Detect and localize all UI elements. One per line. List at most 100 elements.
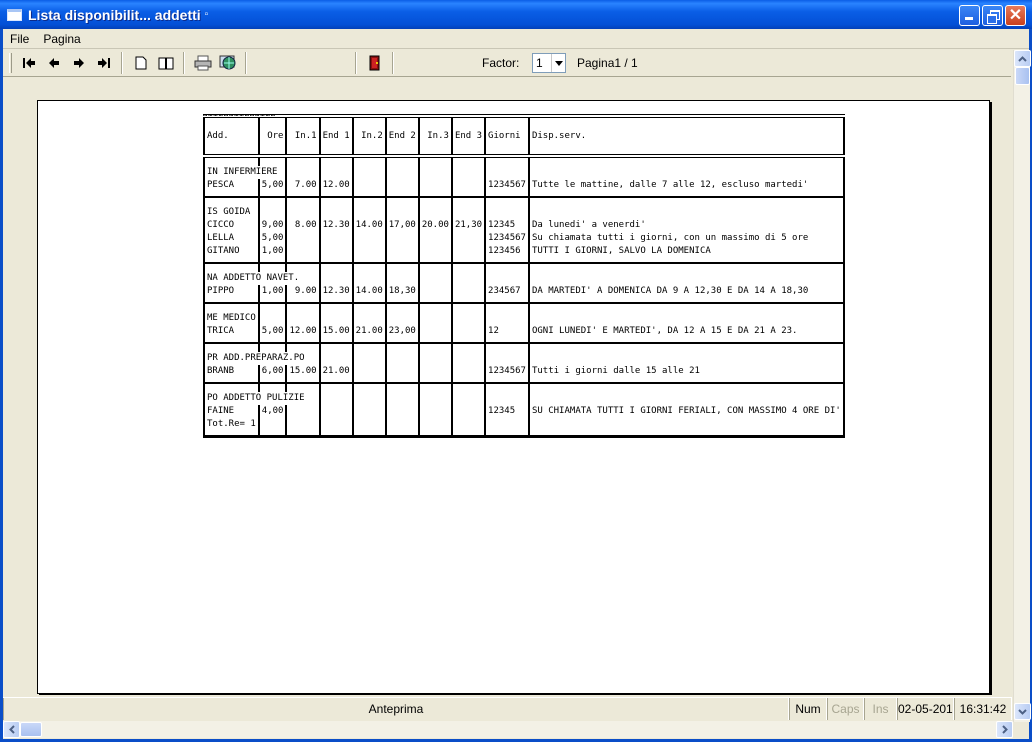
report-value [289, 245, 316, 258]
prev-page-button[interactable] [41, 52, 66, 74]
report-cell: 23,00 [384, 303, 420, 344]
report-cell [450, 343, 487, 384]
report-value [455, 245, 482, 258]
report-value [422, 232, 449, 245]
report-value: 123456 [488, 246, 521, 256]
report-header-row: Add. Ore In.1 End 1 In.2 End 2 In.3 End … [203, 114, 845, 158]
report-cell [318, 383, 354, 438]
report-value [422, 285, 449, 298]
report-value: Tutti i giorni dalle 15 alle 21 [531, 366, 700, 376]
col-end1: End 1 [318, 114, 354, 158]
factor-label: Factor: [482, 56, 520, 70]
report-cell [351, 343, 387, 384]
two-pages-button[interactable] [153, 52, 178, 74]
close-icon: ✕ [1008, 7, 1023, 24]
report-cell: 1234567 [484, 343, 530, 384]
report-cell: 21.00 [351, 303, 387, 344]
app-icon[interactable] [7, 8, 22, 21]
report-value: CICCO [207, 220, 235, 230]
scroll-left-button[interactable] [3, 721, 20, 738]
vertical-scrollbar[interactable] [1013, 50, 1031, 722]
report-value: 17,00 [388, 220, 416, 230]
horizontal-scrollbar[interactable] [3, 721, 1013, 738]
report-value [356, 365, 383, 378]
report-value [389, 232, 416, 245]
col-in1: In.1 [285, 114, 321, 158]
report-cell [384, 156, 420, 198]
close-button[interactable]: ✕ [1005, 5, 1026, 26]
report-page: …………………………………… Add. Ore In.1 End 1 In.2 … [37, 100, 990, 694]
report-group: ME MEDICO TRICA 5,00 12.00 15.00 21.00 23,00 12… [203, 303, 845, 344]
report-value: FAINE [207, 406, 235, 416]
vertical-scroll-thumb[interactable] [1015, 67, 1030, 85]
horizontal-scroll-thumb[interactable] [20, 722, 42, 737]
report-cell: 12.30 [318, 263, 354, 304]
report-value: 12.30 [322, 286, 350, 296]
print-button[interactable] [190, 52, 215, 74]
report-value [422, 365, 449, 378]
report-group: PR ADD.PREPARAZ.PO BRANB 6,00 15.00 21.00 123… [203, 343, 845, 384]
report-value: 12 [488, 326, 499, 336]
report-value [389, 365, 416, 378]
maximize-button[interactable] [982, 5, 1003, 26]
report-value: 1,00 [261, 246, 284, 256]
report-table: Add. Ore In.1 End 1 In.2 End 2 In.3 End … [203, 114, 845, 438]
report-value [356, 179, 383, 192]
status-bar: Anteprima Num Caps Ins 02-05-2016 16:31:… [3, 697, 1012, 720]
status-caps: Caps [827, 698, 864, 720]
status-mode: Anteprima [3, 698, 789, 720]
preview-area[interactable]: …………………………………… Add. Ore In.1 End 1 In.2 … [3, 78, 1012, 695]
chevron-up-icon [1018, 55, 1027, 62]
scroll-right-button[interactable] [996, 721, 1013, 738]
menu-pagina[interactable]: Pagina [36, 32, 87, 46]
report-value [422, 245, 449, 258]
group-header: PO ADDETTO PULIZIE [207, 392, 305, 405]
report-cell [417, 263, 453, 304]
col-add: Add. [203, 114, 260, 158]
dropdown-arrow-icon[interactable] [551, 54, 565, 72]
report-value [422, 325, 449, 338]
menu-file[interactable]: File [3, 32, 36, 46]
next-page-button[interactable] [66, 52, 91, 74]
toolbar-separator [245, 52, 247, 74]
single-page-button[interactable] [128, 52, 153, 74]
report-cell: 12 [484, 303, 530, 344]
exit-door-icon [369, 55, 379, 71]
report-cell: Da lunedi' a venerdi' Su chiamata tutti i… [527, 197, 845, 264]
chevron-down-icon [1018, 708, 1027, 715]
report-cell [351, 156, 387, 198]
title-extra: ▫ [204, 9, 209, 20]
report-value: 12345 [488, 406, 516, 416]
scroll-down-button[interactable] [1014, 703, 1031, 720]
factor-select[interactable]: 1 [532, 53, 566, 73]
scroll-up-button[interactable] [1014, 50, 1031, 67]
last-page-button[interactable] [91, 52, 116, 74]
first-page-button[interactable] [16, 52, 41, 74]
report-value [455, 365, 482, 378]
report-cell: 9,00 5,00 1,00 [257, 197, 288, 264]
export-button[interactable] [215, 52, 240, 74]
toolbar-grip[interactable] [9, 53, 12, 73]
report-value [455, 325, 482, 338]
col-in2: In.2 [351, 114, 387, 158]
report-cell: NA ADDETTO NAVET. PIPPO [203, 263, 300, 304]
exit-button[interactable] [362, 52, 387, 74]
report-value: Su chiamata tutti i giorni, con un massi… [531, 233, 809, 243]
last-page-icon [97, 58, 110, 68]
report-value [455, 179, 482, 192]
printer-icon [194, 55, 211, 71]
minimize-button[interactable] [959, 5, 980, 26]
report-value: TUTTI I GIORNI, SALVO LA DOMENICA [531, 246, 711, 256]
title-bar[interactable]: Lista disponibilit... addetti ▫ ✕ [0, 0, 1032, 29]
report-value [323, 405, 350, 418]
report-value [356, 405, 383, 418]
status-ins: Ins [864, 698, 897, 720]
report-cell: SU CHIAMATA TUTTI I GIORNI FERIALI, CON … [527, 383, 845, 438]
report-value [455, 232, 482, 245]
report-value: 23,00 [388, 326, 416, 336]
report-cell [417, 343, 453, 384]
report-value [389, 245, 416, 258]
status-num: Num [789, 698, 827, 720]
report-value [455, 285, 482, 298]
report-value: 18,30 [388, 286, 416, 296]
